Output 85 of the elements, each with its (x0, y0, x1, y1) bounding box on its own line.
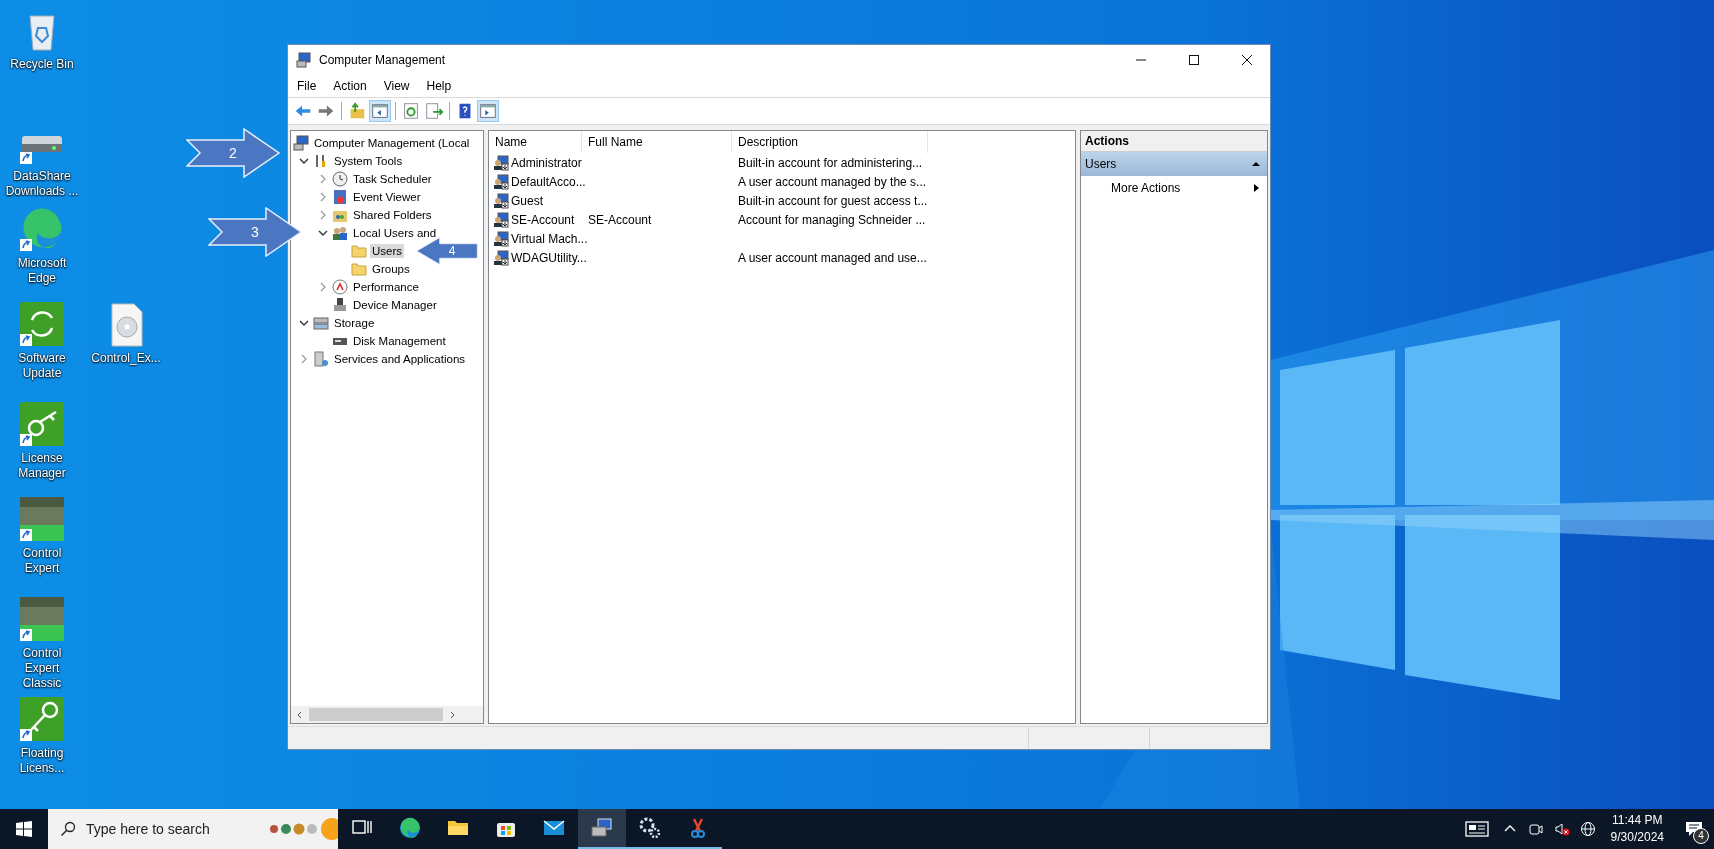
tree-item[interactable]: Disk Management (351, 334, 448, 348)
description: Built-in account for guest access t... (738, 193, 928, 208)
export-icon[interactable] (423, 100, 445, 122)
action-link[interactable]: More Actions (1111, 181, 1181, 195)
tree-item[interactable]: Task Scheduler (351, 172, 434, 186)
user-name[interactable]: SE-Account (511, 212, 575, 227)
user-icon (493, 154, 509, 171)
search-field[interactable]: Type here to search (48, 809, 338, 849)
notification-count: 4 (1693, 828, 1709, 844)
tree-item[interactable]: Groups (370, 262, 412, 276)
time: 11:44 PM (1612, 812, 1663, 829)
clock-icon (332, 171, 348, 187)
folder-icon (351, 261, 367, 277)
desktop-icon-label[interactable]: Control_Ex... (91, 351, 161, 366)
tree-item[interactable]: Event Viewer (351, 190, 423, 204)
computer-icon (296, 52, 312, 68)
search-icon (60, 821, 76, 837)
folder-icon (351, 243, 367, 259)
globe-icon[interactable] (1579, 821, 1596, 837)
log-icon (332, 189, 348, 205)
news-icon[interactable] (1464, 821, 1489, 837)
edge-icon (398, 816, 422, 840)
tree-item[interactable]: System Tools (332, 154, 405, 168)
tree-item[interactable]: Users (370, 244, 405, 258)
description: Account for managing Schneider ... (738, 212, 926, 227)
actions-section-header[interactable]: Users (1081, 152, 1267, 176)
menu-item[interactable]: File (297, 79, 317, 93)
description: A user account managed and use... (738, 250, 927, 265)
tree-item[interactable]: Shared Folders (351, 208, 434, 222)
menu-item[interactable]: View (383, 79, 410, 93)
computer-management-icon (590, 816, 614, 840)
description: A user account managed by the s... (738, 174, 927, 189)
tree-pane-icon[interactable] (369, 100, 391, 122)
gears-icon (638, 816, 662, 840)
computer-icon (293, 135, 309, 151)
user-name[interactable]: Guest (511, 193, 543, 208)
speaker-muted-icon[interactable] (1553, 821, 1570, 837)
column-header[interactable]: Description (732, 131, 928, 153)
sync-icon[interactable] (18, 300, 66, 348)
full-name: SE-Account (588, 212, 652, 227)
tree-item[interactable]: Local Users and (351, 226, 439, 240)
device-icon (332, 297, 348, 313)
services-icon (313, 351, 329, 367)
tree-item[interactable]: Storage (332, 316, 377, 330)
user-name[interactable]: Virtual Mach... (511, 231, 588, 246)
keys-icon[interactable] (18, 400, 66, 448)
actions-heading: Actions (1081, 131, 1267, 152)
menu-item[interactable]: Action (333, 79, 367, 93)
column-header[interactable]: Full Name (582, 131, 732, 153)
callout-number: 4 (448, 244, 456, 258)
desktop-icon-label[interactable]: Microsoft Edge (4, 256, 80, 286)
tree-item[interactable]: Device Manager (351, 298, 439, 312)
callout-arrow (416, 237, 478, 265)
photo-icon[interactable] (18, 595, 66, 643)
photo-icon[interactable] (18, 495, 66, 543)
action-pane-icon[interactable] (477, 100, 499, 122)
users-icon (332, 225, 348, 241)
section-title: Users (1085, 157, 1117, 171)
user-icon (493, 173, 509, 190)
gauge-icon (332, 279, 348, 295)
collapse-icon[interactable] (1251, 159, 1261, 169)
desktop-icon-label[interactable]: DataShare Downloads ... (4, 169, 80, 199)
date: 9/30/2024 (1610, 829, 1664, 846)
horizontal-scrollbar[interactable] (291, 706, 483, 723)
menu-item[interactable]: Help (426, 79, 452, 93)
callout-number: 2 (229, 145, 237, 161)
clock[interactable]: 11:44 PM 9/30/2024 (1610, 812, 1664, 846)
description: Built-in account for administering... (738, 155, 923, 170)
user-icon (493, 192, 509, 209)
tree-item[interactable]: Services and Applications (332, 352, 468, 366)
tree-item[interactable]: Performance (351, 280, 421, 294)
column-header[interactable]: Name (489, 131, 582, 153)
user-name[interactable]: Administrator (511, 155, 582, 170)
user-icon (493, 211, 509, 228)
user-name[interactable]: DefaultAcco... (511, 174, 586, 189)
user-name[interactable]: WDAGUtility... (511, 250, 587, 265)
tree-item[interactable]: Computer Management (Local (312, 136, 472, 150)
user-icon (493, 230, 509, 247)
key-icon[interactable] (18, 695, 66, 743)
storage-icon (313, 315, 329, 331)
taskbar-button[interactable] (578, 809, 626, 849)
user-icon (493, 249, 509, 266)
window-title: Computer Management (319, 53, 446, 67)
camera-icon[interactable] (1527, 821, 1544, 837)
callout-number: 3 (251, 224, 259, 240)
